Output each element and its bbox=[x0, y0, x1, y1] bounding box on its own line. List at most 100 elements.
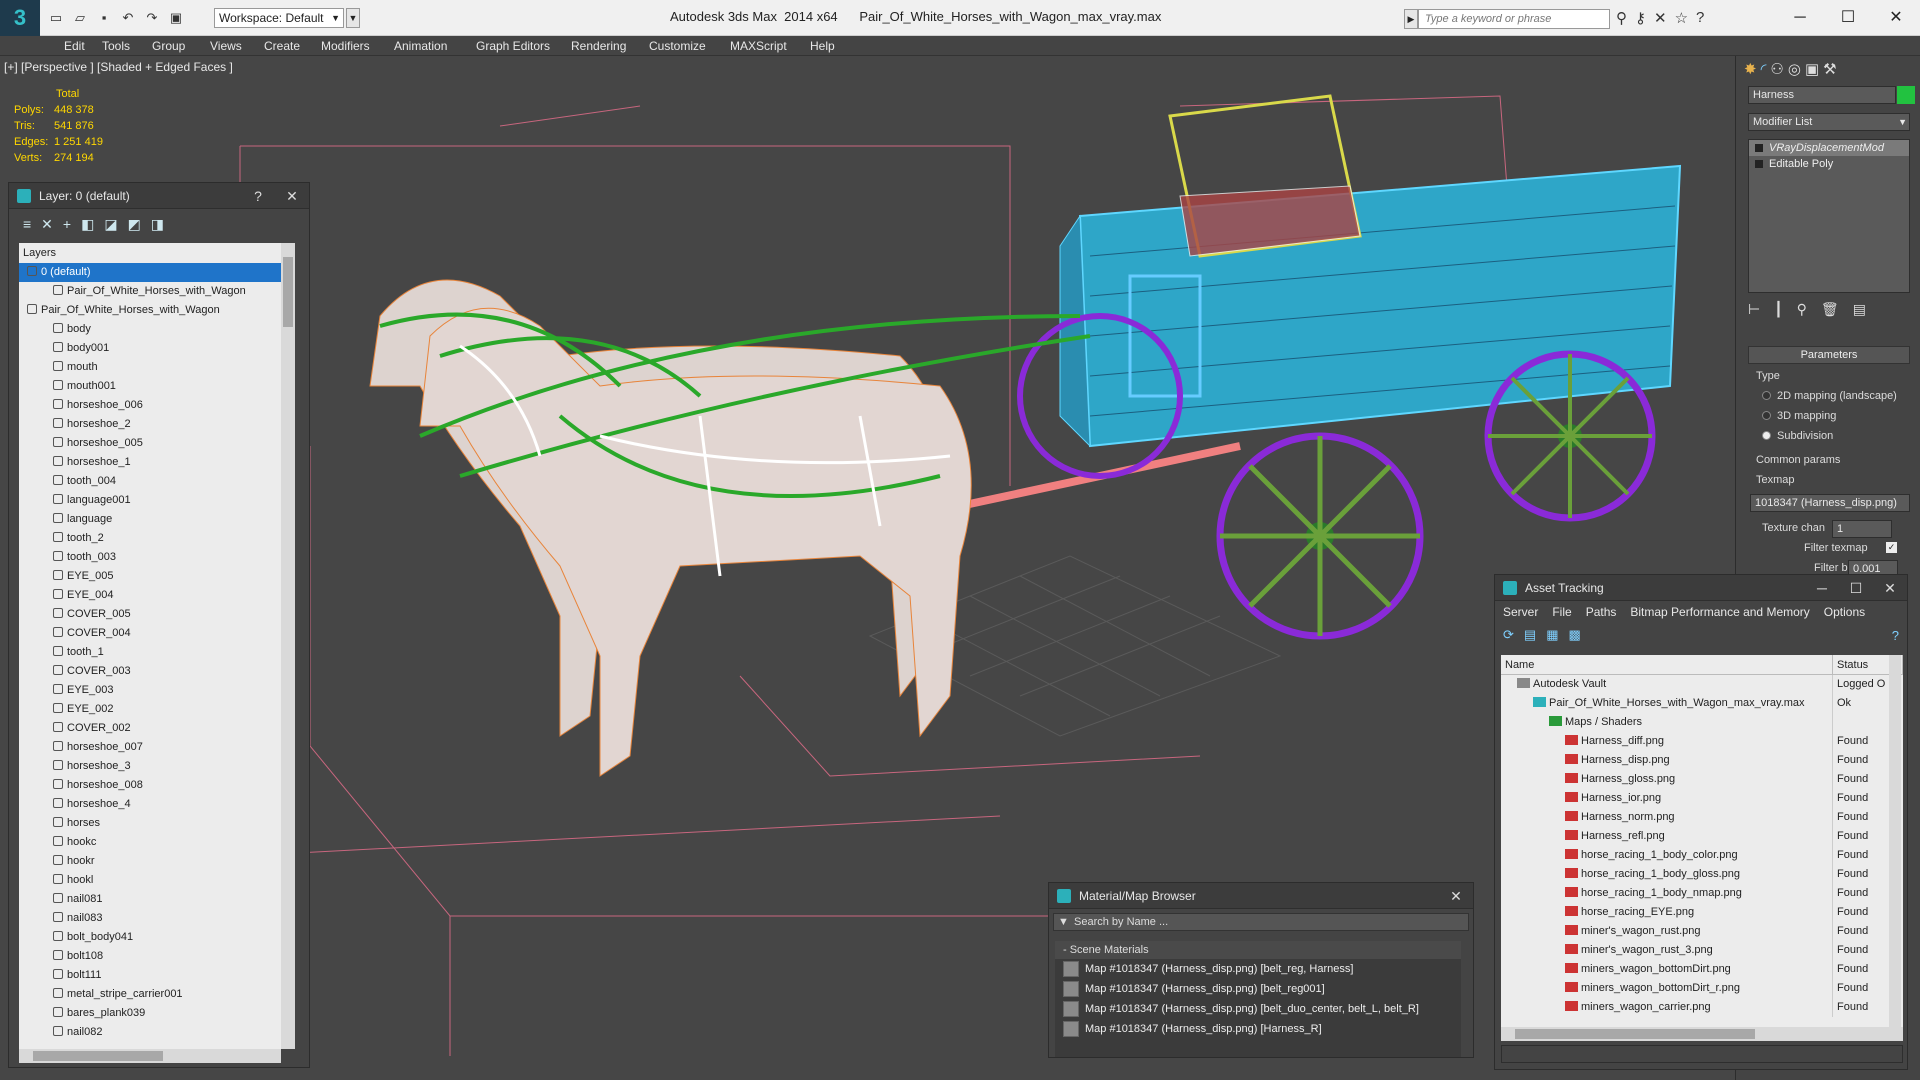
layer-row[interactable]: nail083 bbox=[19, 909, 281, 928]
delete-icon[interactable]: ✕ bbox=[41, 216, 53, 233]
asset-row[interactable]: miners_wagon_bottomDirt.png Found bbox=[1501, 960, 1903, 979]
list-view-icon[interactable]: ▤ bbox=[1524, 627, 1536, 643]
menu-rendering[interactable]: Rendering bbox=[571, 39, 626, 53]
menu-graph-editors[interactable]: Graph Editors bbox=[476, 39, 550, 53]
asset-row[interactable]: Harness_gloss.png Found bbox=[1501, 770, 1903, 789]
open-folder-icon[interactable]: ▱ bbox=[70, 9, 90, 27]
exchange-icon[interactable]: ✕ bbox=[1654, 9, 1667, 27]
asset-row[interactable]: Maps / Shaders bbox=[1501, 713, 1903, 732]
name-column-header[interactable]: Name bbox=[1501, 655, 1833, 674]
asset-row[interactable]: horse_racing_1_body_color.png Found bbox=[1501, 846, 1903, 865]
layer-row[interactable]: nail082 bbox=[19, 1023, 281, 1042]
layer-row[interactable]: tooth_004 bbox=[19, 472, 281, 491]
workspace-menu-button[interactable]: ▼ bbox=[346, 8, 360, 28]
help-icon[interactable]: ? bbox=[1892, 628, 1899, 643]
material-item[interactable]: Map #1018347 (Harness_disp.png) [belt_re… bbox=[1055, 959, 1461, 979]
menu-animation[interactable]: Animation bbox=[394, 39, 447, 53]
asset-row[interactable]: miners_wagon_carrier.png Found bbox=[1501, 998, 1903, 1017]
layers-vertical-scrollbar[interactable] bbox=[281, 243, 295, 1049]
layer-row[interactable]: horseshoe_008 bbox=[19, 776, 281, 795]
save-icon[interactable]: ▪ bbox=[94, 9, 114, 27]
object-name-field[interactable]: Harness bbox=[1748, 86, 1896, 104]
layer-row[interactable]: language bbox=[19, 510, 281, 529]
layer-row[interactable]: EYE_004 bbox=[19, 586, 281, 605]
asset-row[interactable]: Harness_norm.png Found bbox=[1501, 808, 1903, 827]
close-icon[interactable]: ✕ bbox=[275, 183, 309, 209]
scrollbar-thumb[interactable] bbox=[1515, 1029, 1755, 1039]
layer-row[interactable]: 0 (default) bbox=[19, 263, 281, 282]
type-radio-option[interactable]: 3D mapping bbox=[1762, 410, 1836, 422]
layer-row[interactable]: horseshoe_005 bbox=[19, 434, 281, 453]
asset-row[interactable]: Pair_Of_White_Horses_with_Wagon_max_vray… bbox=[1501, 694, 1903, 713]
configure-sets-icon[interactable]: ▤ bbox=[1853, 301, 1866, 318]
utilities-tab-icon[interactable]: ⚒ bbox=[1823, 60, 1836, 78]
layer-row[interactable]: hookl bbox=[19, 871, 281, 890]
object-color-swatch[interactable] bbox=[1897, 86, 1915, 104]
add-icon[interactable]: + bbox=[63, 216, 71, 232]
help-icon[interactable]: ? bbox=[241, 183, 275, 209]
close-icon[interactable]: ✕ bbox=[1873, 575, 1907, 601]
thumbnail-view-icon[interactable]: ▦ bbox=[1546, 627, 1558, 643]
asset-menu-bitmap-performance-and-memory[interactable]: Bitmap Performance and Memory bbox=[1630, 605, 1809, 619]
asset-row[interactable]: Harness_refl.png Found bbox=[1501, 827, 1903, 846]
layer-row[interactable]: body bbox=[19, 320, 281, 339]
minimize-icon[interactable]: ─ bbox=[1776, 0, 1824, 36]
asset-row[interactable]: Harness_ior.png Found bbox=[1501, 789, 1903, 808]
layer-row[interactable]: EYE_005 bbox=[19, 567, 281, 586]
layer-row[interactable]: horseshoe_3 bbox=[19, 757, 281, 776]
close-icon[interactable]: ✕ bbox=[1439, 883, 1473, 909]
menu-help[interactable]: Help bbox=[810, 39, 835, 53]
layer-row[interactable]: mouth bbox=[19, 358, 281, 377]
highlight-icon[interactable]: ◪ bbox=[104, 216, 117, 233]
star-icon[interactable]: ☆ bbox=[1675, 9, 1688, 27]
layer-row[interactable]: horseshoe_007 bbox=[19, 738, 281, 757]
select-objects-icon[interactable]: ◧ bbox=[81, 216, 94, 233]
scene-materials-group[interactable]: - Scene Materials bbox=[1055, 941, 1461, 959]
layer-row[interactable]: bolt111 bbox=[19, 966, 281, 985]
table-view-icon[interactable]: ▩ bbox=[1569, 627, 1581, 643]
minimize-icon[interactable]: ─ bbox=[1805, 575, 1839, 601]
asset-row[interactable]: Harness_diff.png Found bbox=[1501, 732, 1903, 751]
display-tab-icon[interactable]: ▣ bbox=[1805, 60, 1819, 78]
modify-tab-icon[interactable]: ◜ bbox=[1761, 60, 1767, 78]
motion-tab-icon[interactable]: ◎ bbox=[1788, 60, 1801, 78]
asset-row[interactable]: miners_wagon_bottomDirt_r.png Found bbox=[1501, 979, 1903, 998]
layer-new-icon[interactable]: ≡ bbox=[23, 216, 31, 232]
layer-row[interactable]: horseshoe_006 bbox=[19, 396, 281, 415]
redo-icon[interactable]: ↷ bbox=[142, 9, 162, 27]
remove-modifier-icon[interactable]: 🗑 bbox=[1821, 301, 1839, 318]
asset-row[interactable]: horse_racing_EYE.png Found bbox=[1501, 903, 1903, 922]
viewport-label[interactable]: [+] [Perspective ] [Shaded + Edged Faces… bbox=[4, 60, 233, 74]
layer-row[interactable]: horseshoe_1 bbox=[19, 453, 281, 472]
texmap-button[interactable]: 1018347 (Harness_disp.png) bbox=[1750, 494, 1910, 512]
refresh-icon[interactable]: ⟳ bbox=[1503, 627, 1514, 643]
maximize-icon[interactable]: ☐ bbox=[1839, 575, 1873, 601]
type-radio-option[interactable]: 2D mapping (landscape) bbox=[1762, 390, 1897, 402]
parameters-rollout[interactable]: Parameters bbox=[1748, 346, 1910, 364]
asset-vertical-scrollbar[interactable] bbox=[1889, 655, 1901, 1027]
texture-chan-spinner[interactable]: 1 bbox=[1832, 520, 1892, 538]
scrollbar-thumb[interactable] bbox=[283, 257, 293, 327]
asset-menu-file[interactable]: File bbox=[1552, 605, 1571, 619]
scrollbar-thumb[interactable] bbox=[33, 1051, 163, 1061]
layer-row[interactable]: bolt_body041 bbox=[19, 928, 281, 947]
material-search-input[interactable]: ▼ Search by Name ... bbox=[1053, 913, 1469, 931]
binoculars-icon[interactable]: ⚲ bbox=[1616, 9, 1627, 27]
show-end-result-icon[interactable]: ┃ bbox=[1774, 301, 1782, 318]
layer-row[interactable]: bolt108 bbox=[19, 947, 281, 966]
chevron-down-icon[interactable]: ▼ bbox=[1058, 914, 1069, 930]
workspace-dropdown[interactable]: Workspace: Default ▼ bbox=[214, 8, 344, 28]
asset-horizontal-scrollbar[interactable] bbox=[1501, 1027, 1903, 1041]
hide-all-icon[interactable]: ◩ bbox=[128, 216, 141, 233]
app-logo[interactable]: 3 bbox=[0, 0, 40, 36]
material-item[interactable]: Map #1018347 (Harness_disp.png) [belt_re… bbox=[1055, 979, 1461, 999]
keyword-search-input[interactable]: Type a keyword or phrase bbox=[1418, 9, 1610, 29]
menu-edit[interactable]: Edit bbox=[64, 39, 85, 53]
menu-create[interactable]: Create bbox=[264, 39, 300, 53]
asset-row[interactable]: horse_racing_1_body_gloss.png Found bbox=[1501, 865, 1903, 884]
menu-customize[interactable]: Customize bbox=[649, 39, 706, 53]
layers-horizontal-scrollbar[interactable] bbox=[19, 1049, 281, 1063]
layer-row[interactable]: COVER_004 bbox=[19, 624, 281, 643]
modifier-list-dropdown[interactable]: Modifier List ▼ bbox=[1748, 113, 1910, 131]
filter-texmap-checkbox[interactable]: ✓ bbox=[1886, 542, 1897, 553]
